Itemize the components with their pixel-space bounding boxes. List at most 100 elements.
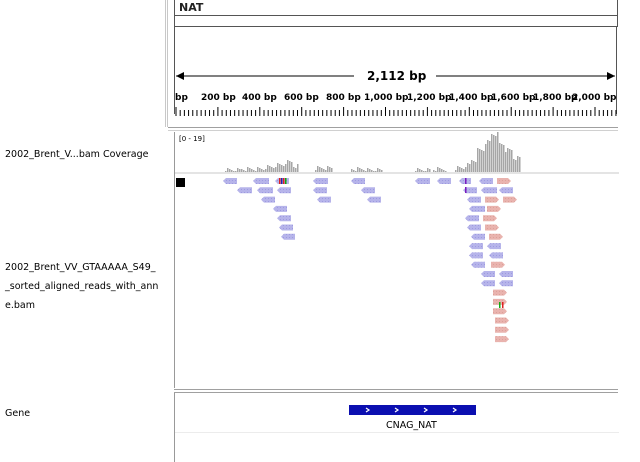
- mismatch-mark: [283, 178, 285, 184]
- coverage-bar: [273, 168, 275, 172]
- coverage-bar: [243, 170, 245, 172]
- coverage-bar: [295, 168, 297, 172]
- tick-label-400: 400 bp: [242, 93, 277, 103]
- coverage-bar: [327, 166, 329, 172]
- coverage-bar: [515, 160, 517, 172]
- coverage-bar: [259, 168, 261, 172]
- coverage-bar: [249, 168, 251, 172]
- coverage-bar: [245, 171, 247, 172]
- coverage-bar: [461, 168, 463, 172]
- coverage-bar: [455, 170, 457, 172]
- alignment-track-name-line-3[interactable]: e.bam: [5, 296, 35, 315]
- alignment-track-name-line-2[interactable]: _sorted_aligned_reads_with_ann: [5, 277, 158, 296]
- coverage-bar: [357, 167, 359, 172]
- coverage-bar: [279, 164, 281, 172]
- chromosome-ideogram[interactable]: [174, 15, 618, 27]
- coverage-bar: [247, 167, 249, 172]
- track-name-panel: 2002_Brent_V...bam Coverage 2002_Brent_V…: [0, 0, 165, 462]
- coverage-bar: [291, 162, 293, 172]
- coverage-bar: [463, 169, 465, 172]
- coverage-bar: [425, 171, 427, 172]
- coverage-bar: [297, 164, 299, 172]
- coverage-bar: [359, 168, 361, 172]
- reverse-read: [495, 317, 509, 324]
- header-separator: [168, 127, 618, 128]
- forward-read: [467, 196, 481, 203]
- coverage-bar: [433, 170, 435, 172]
- gene-feature-bar: [349, 405, 476, 415]
- mismatch-mark: [281, 178, 283, 184]
- coverage-bar: [443, 170, 445, 172]
- forward-read: [279, 224, 293, 231]
- forward-read: [313, 187, 327, 194]
- gene-feature-cnag-nat[interactable]: [349, 400, 476, 415]
- coverage-bar: [439, 168, 441, 172]
- coverage-bar: [225, 171, 227, 172]
- tick-label-0: bp: [175, 93, 188, 103]
- header-separator-2: [168, 130, 618, 131]
- span-arrow-right: [436, 72, 615, 80]
- coverage-histogram[interactable]: [175, 132, 619, 174]
- coverage-track[interactable]: [0 - 19]: [174, 132, 619, 174]
- coverage-bar: [457, 166, 459, 172]
- alignment-track[interactable]: [174, 174, 619, 388]
- reverse-read: [495, 336, 509, 343]
- coverage-bar: [265, 169, 267, 172]
- panel-divider-top-2[interactable]: [167, 0, 168, 127]
- coverage-bar: [351, 169, 353, 172]
- coverage-bar: [475, 162, 477, 172]
- coverage-bar: [331, 168, 333, 172]
- coverage-bar: [277, 163, 279, 172]
- gene-feature-label: CNAG_NAT: [386, 420, 437, 431]
- coverage-bar: [471, 160, 473, 172]
- coverage-bar: [261, 169, 263, 172]
- forward-read: [489, 252, 503, 259]
- coverage-bar: [263, 170, 265, 172]
- coverage-bar: [369, 169, 371, 172]
- coverage-bar: [487, 140, 489, 172]
- coverage-bar: [323, 169, 325, 172]
- forward-read: [281, 233, 295, 240]
- coverage-bar: [465, 167, 467, 172]
- gene-track-name[interactable]: Gene: [5, 404, 30, 423]
- mismatch-mark: [502, 302, 504, 308]
- coverage-bar: [501, 144, 503, 172]
- alignment-track-name-line-1[interactable]: 2002_Brent_VV_GTAAAAA_S49_: [5, 258, 156, 277]
- mismatch-mark: [279, 178, 281, 184]
- forward-read: [465, 215, 479, 222]
- coverage-bar: [363, 170, 365, 172]
- forward-read: [277, 187, 291, 194]
- chromosome-label: NAT: [179, 1, 204, 14]
- tick-label-1400: 1,400 bp: [449, 93, 494, 103]
- reads-canvas[interactable]: [175, 174, 619, 388]
- forward-read: [361, 187, 375, 194]
- coverage-bar: [513, 159, 515, 172]
- forward-read: [253, 178, 269, 184]
- coverage-bar: [423, 171, 425, 172]
- mismatch-mark: [285, 178, 287, 184]
- reverse-read: [495, 326, 509, 333]
- mismatch-mark: [465, 178, 467, 184]
- gene-track[interactable]: CNAG_NAT: [174, 393, 619, 462]
- reverse-read: [485, 224, 499, 231]
- forward-read: [237, 187, 252, 194]
- forward-read: [317, 196, 331, 203]
- chromosome-name-box[interactable]: [174, 0, 618, 16]
- coverage-bar: [505, 152, 507, 172]
- coverage-bar: [381, 170, 383, 172]
- forward-read: [499, 271, 513, 277]
- coverage-bar: [253, 170, 255, 172]
- coverage-bar: [417, 168, 419, 172]
- coverage-bar: [319, 167, 321, 172]
- coverage-bar: [429, 169, 431, 172]
- span-arrow-left: [176, 72, 354, 80]
- coverage-track-name[interactable]: 2002_Brent_V...bam Coverage: [5, 145, 148, 164]
- panel-divider-top[interactable]: [165, 0, 166, 127]
- reverse-read: [493, 289, 507, 296]
- tick-label-800: 800 bp: [326, 93, 361, 103]
- tick-label-1800: 1,800 bp: [533, 93, 578, 103]
- coverage-bar: [231, 170, 233, 172]
- forward-read: [469, 252, 483, 259]
- coverage-bar: [415, 171, 417, 172]
- forward-read: [367, 196, 381, 203]
